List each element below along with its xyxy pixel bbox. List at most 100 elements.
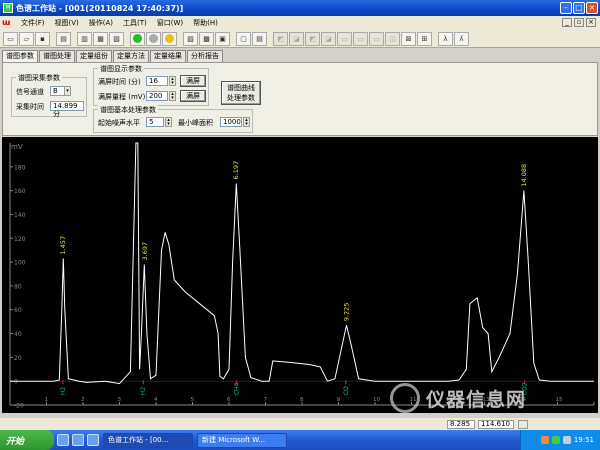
quicklaunch-desktop-icon[interactable]: [72, 434, 84, 446]
maximize-icon[interactable]: □: [573, 2, 585, 14]
menu-view[interactable]: 视图(V): [50, 18, 84, 28]
basic-processing-group: 谱图基本处理参数 起始噪声水平 ▴▾ 最小峰面积 ▴▾: [93, 105, 253, 133]
mdi-restore-icon[interactable]: ▫: [574, 18, 584, 27]
printer-icon[interactable]: ▣: [215, 31, 230, 46]
quicklaunch-ie-icon[interactable]: [57, 434, 69, 446]
tab-report[interactable]: 分析报告: [187, 50, 223, 62]
start-level-spinner-icon[interactable]: ▴ ▾: [165, 117, 172, 127]
integrate-icon[interactable]: ▨: [183, 31, 198, 46]
curve-params-button[interactable]: 谱图曲线 处理参数: [221, 81, 261, 105]
full-range-label: 满屏量程 (mV): [98, 93, 146, 101]
menu-window[interactable]: 窗口(W): [152, 18, 188, 28]
tray-icon-2[interactable]: [551, 436, 560, 444]
menu-tools[interactable]: 工具(T): [118, 18, 152, 28]
channel-dropdown-icon[interactable]: ▾: [64, 86, 71, 96]
tool-3-icon[interactable]: ◩: [305, 31, 320, 46]
tool-5-icon[interactable]: ▭: [337, 31, 352, 46]
chart-icon[interactable]: ▥: [77, 31, 92, 46]
menu-bar: ɯ 文件(F) 视图(V) 操作(A) 工具(T) 窗口(W) 帮助(H) _ …: [0, 16, 600, 30]
status-bar: 8.285 114.610: [0, 418, 600, 430]
tab-results[interactable]: 定量结果: [150, 50, 186, 62]
acq-time-value: 14.899 分: [53, 102, 78, 118]
y-tick-label: -20: [14, 403, 24, 410]
chart-axes: [9, 143, 594, 406]
full-time-spinner-icon[interactable]: ▴ ▾: [169, 76, 176, 86]
start-acquire-icon[interactable]: [130, 31, 145, 46]
mdi-minimize-icon[interactable]: _: [562, 18, 572, 27]
curve-params-line2: 处理参数: [227, 94, 255, 102]
close-icon[interactable]: ×: [586, 2, 598, 14]
min-area-input[interactable]: [220, 117, 242, 127]
tool-8-icon[interactable]: ◫: [385, 31, 400, 46]
mdi-close-icon[interactable]: ×: [586, 18, 596, 27]
y-tick-label: 20: [14, 355, 22, 362]
table-icon[interactable]: ▧: [109, 31, 124, 46]
tool-7-icon[interactable]: ▭: [369, 31, 384, 46]
window-controls: – □ ×: [560, 2, 598, 14]
acquisition-group-title: 谱图采集参数: [16, 73, 62, 83]
tool-10-icon[interactable]: ⊞: [417, 31, 432, 46]
watermark-logo-icon: [390, 383, 420, 413]
menu-help[interactable]: 帮助(H): [188, 18, 223, 28]
peak-label: 14.088: [520, 164, 528, 187]
peak-mark-icon[interactable]: λ: [438, 31, 453, 46]
baseline-label: CH4: [233, 382, 240, 395]
tool-6-icon[interactable]: ▭: [353, 31, 368, 46]
y-tick-label: 100: [14, 260, 26, 267]
full-range-spinner-icon[interactable]: ▴ ▾: [169, 91, 176, 101]
grid-icon[interactable]: ▦: [93, 31, 108, 46]
status-indicator-icon: [518, 420, 528, 429]
display-group-title: 谱图显示参数: [98, 64, 144, 74]
peak-label: 9.225: [343, 303, 351, 322]
task-chromatography[interactable]: 色谱工作站 - [00...: [103, 432, 193, 448]
tray-icon-1[interactable]: [540, 436, 549, 444]
x-tick-label: 1: [45, 397, 49, 403]
tool-9-icon[interactable]: ⊠: [401, 31, 416, 46]
x-tick-label: 10: [373, 397, 380, 403]
new-file-icon[interactable]: ▭: [3, 31, 18, 46]
watermark: 仪器信息网: [390, 380, 595, 416]
print-icon[interactable]: ▤: [56, 31, 71, 46]
window-title: 色谱工作站 - [001(20110824 17:40:37)]: [16, 3, 184, 13]
stop-acquire-icon[interactable]: [162, 31, 177, 46]
peak-edit-icon[interactable]: ʎ: [454, 31, 469, 46]
baseline-label: CO: [343, 386, 350, 395]
watermark-text: 仪器信息网: [426, 388, 527, 411]
x-tick-label: 5: [191, 397, 195, 403]
report-icon[interactable]: ▩: [199, 31, 214, 46]
calendar-icon[interactable]: ▢: [236, 31, 251, 46]
tab-processing[interactable]: 谱图处理: [39, 50, 75, 62]
tool-2-icon[interactable]: ◪: [289, 31, 304, 46]
tray-icon-3[interactable]: [562, 436, 571, 444]
tab-method[interactable]: 定量方法: [113, 50, 149, 62]
full-time-input[interactable]: [146, 76, 168, 86]
start-button[interactable]: 开始: [0, 430, 54, 450]
start-level-input[interactable]: [146, 117, 164, 127]
save-icon[interactable]: ▪: [35, 31, 50, 46]
x-tick-label: 9: [337, 397, 341, 403]
full-range-button[interactable]: 满屏: [180, 90, 206, 102]
min-area-label: 最小峰面积: [178, 119, 213, 127]
tool-4-icon[interactable]: ◪: [321, 31, 336, 46]
menu-file[interactable]: 文件(F): [16, 18, 50, 28]
export-icon[interactable]: ▤: [252, 31, 267, 46]
task-word[interactable]: 新建 Microsoft W...: [197, 432, 287, 448]
title-bar[interactable]: M 色谱工作站 - [001(20110824 17:40:37)] – □ ×: [0, 0, 600, 16]
full-range-input[interactable]: [146, 91, 168, 101]
min-area-spinner-icon[interactable]: ▴ ▾: [243, 117, 250, 127]
chromatogram-chart[interactable]: -200204060801001201401601801 2 3 4 5 6 7 8 9 10 11…: [2, 137, 598, 413]
y-tick-label: 60: [14, 307, 22, 314]
coord-x: 8.285: [447, 420, 475, 429]
minimize-icon[interactable]: –: [560, 2, 572, 14]
pause-acquire-icon[interactable]: [146, 31, 161, 46]
menu-operate[interactable]: 操作(A): [84, 18, 118, 28]
x-tick-label: 7: [264, 397, 268, 403]
open-folder-icon[interactable]: ▱: [19, 31, 34, 46]
acquisition-group: 谱图采集参数 信号通道 B ▾ 采集时间 14.899 分: [11, 73, 87, 118]
quicklaunch-media-icon[interactable]: [87, 434, 99, 446]
full-time-button[interactable]: 满屏: [180, 75, 206, 87]
y-tick-label: 0: [14, 379, 18, 386]
tool-1-icon[interactable]: ◩: [273, 31, 288, 46]
coord-y: 114.610: [478, 420, 514, 429]
tab-components[interactable]: 定量组份: [76, 50, 112, 62]
